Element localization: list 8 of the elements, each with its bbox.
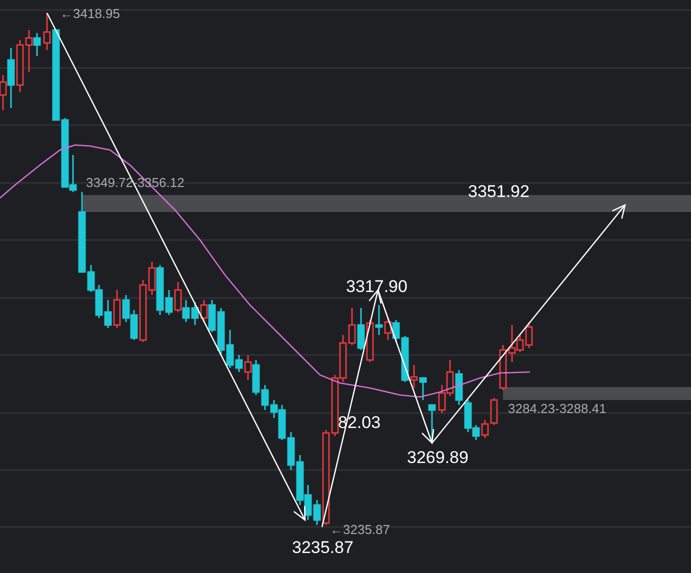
price-label: 3235.87 — [292, 538, 354, 558]
price-label: 3317.90 — [346, 277, 408, 297]
price-label: ←3418.95 — [60, 6, 120, 22]
candlestick — [428, 404, 436, 440]
price-label: ←3235.87 — [330, 522, 390, 538]
price-label: 3269.89 — [407, 448, 468, 468]
price-label: 3351.92 — [468, 182, 530, 202]
price-label: 3284.23-3288.41 — [508, 401, 606, 417]
